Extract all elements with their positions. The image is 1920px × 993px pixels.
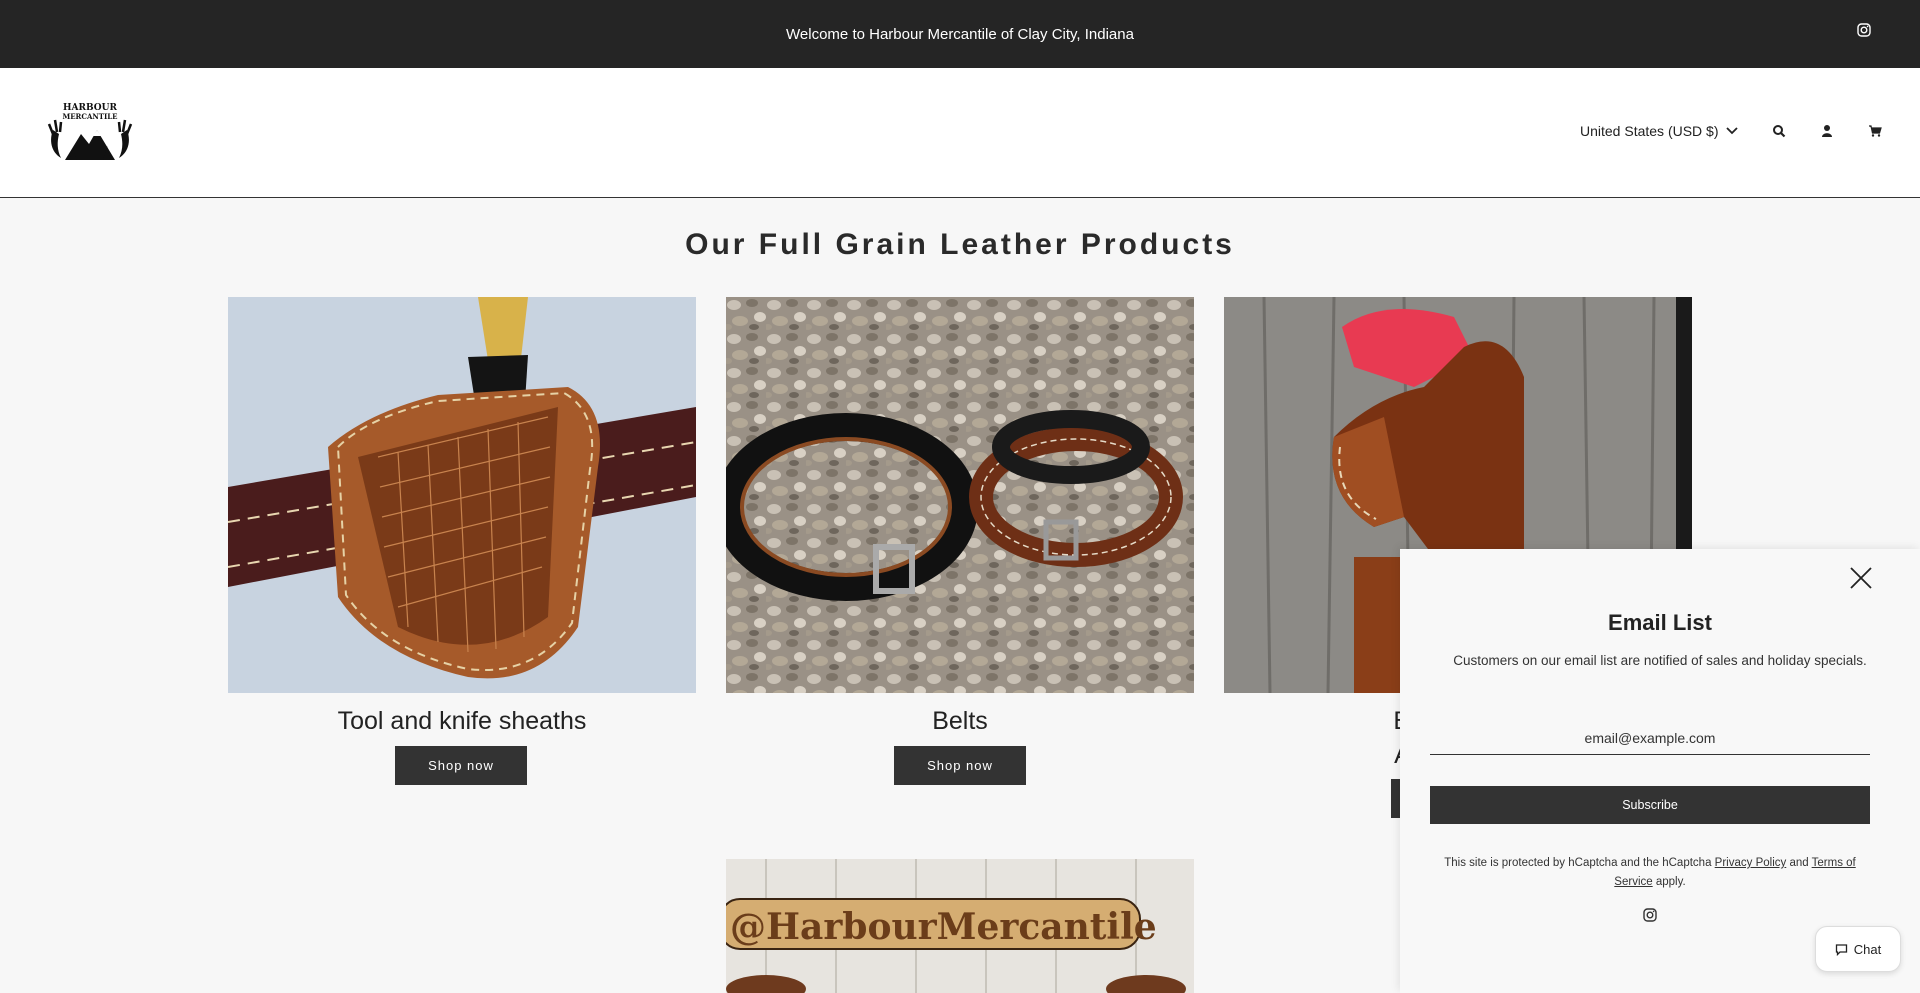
instagram-icon[interactable] [1643, 908, 1657, 922]
privacy-policy-link[interactable]: Privacy Policy [1715, 857, 1787, 869]
chat-label: Chat [1853, 941, 1882, 957]
belts-image[interactable] [726, 297, 1194, 693]
legal-prefix: This site is protected by hCaptcha and t… [1444, 857, 1712, 869]
country-selector-label: United States (USD $) [1580, 123, 1719, 139]
harbour-mercantile-logo[interactable]: HARBOUR MERCANTILE [47, 100, 133, 164]
announcement-bar: Welcome to Harbour Mercantile of Clay Ci… [0, 0, 1920, 68]
cart-icon[interactable] [1868, 124, 1882, 138]
chat-button[interactable]: Chat [1815, 926, 1901, 972]
hcaptcha-notice: This site is protected by hCaptcha and t… [1430, 854, 1870, 892]
search-icon[interactable] [1772, 124, 1786, 138]
subscribe-button[interactable]: Subscribe [1430, 786, 1870, 824]
chevron-down-icon [1725, 127, 1738, 135]
card-title-belts[interactable]: Belts [726, 704, 1194, 738]
svg-text:@HarbourMercantile: @HarbourMercantile [730, 906, 1157, 948]
knife-sheath-image[interactable] [228, 297, 696, 693]
chat-bubble-icon [1835, 943, 1847, 956]
card-title-tool-knife-sheaths[interactable]: Tool and knife sheaths [228, 704, 696, 738]
announcement-text: Welcome to Harbour Mercantile of Clay Ci… [786, 25, 1134, 43]
instagram-icon[interactable] [1857, 23, 1871, 37]
svg-text:MERCANTILE: MERCANTILE [62, 112, 117, 121]
shop-now-button-belts[interactable]: Shop now [894, 746, 1026, 785]
legal-suffix: apply. [1655, 876, 1686, 888]
shop-now-button-sheaths[interactable]: Shop now [395, 746, 527, 785]
popup-description: Customers on our email list are notified… [1453, 653, 1867, 668]
country-selector[interactable]: United States (USD $) [1580, 123, 1739, 139]
site-header: HARBOUR MERCANTILE United States (USD $) [0, 68, 1920, 198]
harbour-mercantile-sign-image[interactable]: @HarbourMercantile [726, 859, 1194, 993]
close-icon[interactable] [1848, 565, 1874, 591]
page-title: Our Full Grain Leather Products [685, 228, 1235, 261]
legal-and: and [1789, 857, 1809, 869]
account-icon[interactable] [1820, 124, 1834, 138]
email-input[interactable] [1430, 721, 1870, 755]
popup-title: Email List [1608, 610, 1712, 635]
